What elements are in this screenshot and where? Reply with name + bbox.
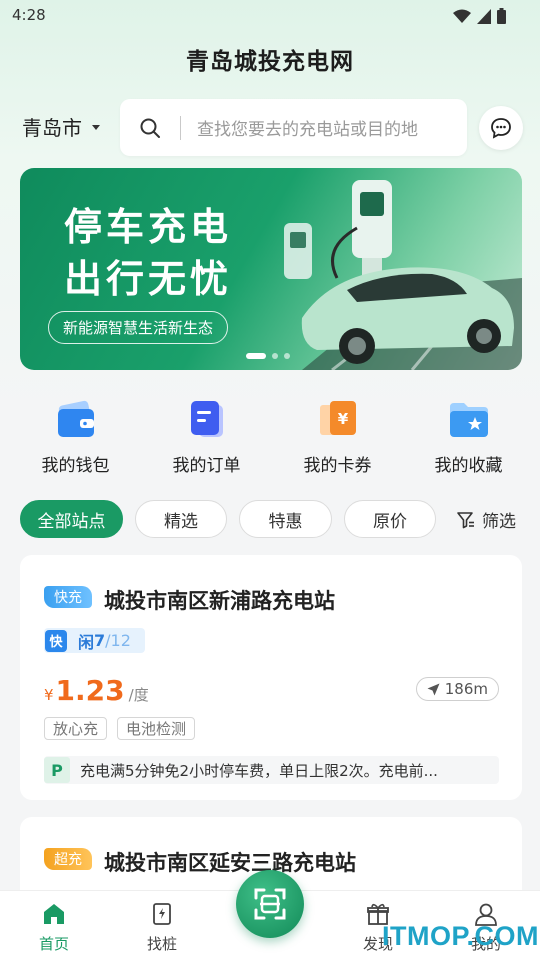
scan-charge-button[interactable] [236,870,304,938]
filter-chip-featured[interactable]: 精选 [135,500,227,538]
quick-action-wallet[interactable]: 我的钱包 [10,395,141,476]
scan-icon [254,888,286,920]
price-value: 1.23 [55,674,125,707]
signal-icon [477,8,491,24]
navigate-distance-button[interactable]: 186m [415,677,499,701]
station-name: 城投市南区新浦路充电站 [104,589,335,613]
fast-charge-badge: 快充 [44,586,92,608]
parking-icon: P [44,757,70,783]
quick-actions: 我的钱包 我的订单 ¥ 我的卡券 我的收藏 [0,395,540,476]
banner-headline-2: 出行无忧 [64,257,233,301]
status-bar: 4:28 [0,0,540,34]
quick-action-label: 我的订单 [172,456,241,476]
currency-symbol: ¥ [44,686,54,704]
battery-icon [497,8,506,24]
idle-label: 闲 [78,632,95,652]
distance-value: 186m [444,680,488,698]
carousel-dot [272,353,278,359]
station-card[interactable]: 快充 城投市南区新浦路充电站 快 闲 7 /12 ¥ 1.23 /度 186m … [20,555,522,800]
funnel-icon [457,511,474,528]
filter-chip-discount[interactable]: 特惠 [239,500,332,538]
quick-action-coupons[interactable]: ¥ 我的卡券 [272,395,403,476]
city-label: 青岛市 [22,116,82,140]
parking-notice: P 充电满5分钟免2小时停车费，单日上限2次。充电前... [44,756,499,784]
caret-down-icon [92,125,100,130]
filter-button[interactable]: 筛选 [456,507,516,532]
search-divider [180,115,181,140]
banner-headline-1: 停车充电 [64,205,233,249]
fast-pile-icon: 快 [45,629,67,652]
quick-action-favorites[interactable]: 我的收藏 [403,395,534,476]
svg-text:¥: ¥ [337,410,348,428]
search-icon [140,118,160,138]
wallet-icon [57,400,94,437]
quick-action-orders[interactable]: 我的订单 [141,395,272,476]
availability-badge: 快 闲 7 /12 [44,628,145,653]
status-time: 4:28 [12,6,46,24]
idle-count: 7 [94,631,106,650]
app-title: 青岛城投充电网 [186,49,354,75]
tab-home[interactable]: 首页 [24,901,84,954]
message-button[interactable] [479,106,523,150]
station-filter-bar: 全部站点 精选 特惠 原价 筛选 [20,500,530,538]
quick-action-label: 我的卡券 [303,456,372,476]
filter-label: 筛选 [482,512,516,532]
filter-chip-original-price[interactable]: 原价 [344,500,436,538]
wifi-icon [453,9,471,23]
favorite-folder-icon [449,403,488,437]
station-tag: 放心充 [44,717,108,740]
parking-notice-text: 充电满5分钟免2小时停车费，单日上限2次。充电前... [80,761,438,780]
super-charge-badge: 超充 [44,848,92,870]
carousel-dot [284,353,290,359]
charger-icon [153,903,171,925]
price: ¥ 1.23 /度 [44,674,149,707]
filter-chip-all[interactable]: 全部站点 [20,500,123,538]
search-box[interactable]: 查找您要去的充电站或目的地 [120,99,467,156]
station-tags: 放心充 电池检测 [44,717,196,740]
navigation-arrow-icon [427,683,440,695]
ev-car-charger-illustration [284,180,522,370]
home-icon [44,904,64,924]
total-count: /12 [105,631,131,650]
promo-banner[interactable]: 停车充电 出行无忧 新能源智慧生活新生态 [20,168,522,370]
carousel-dot-active [246,353,266,359]
quick-action-label: 我的钱包 [41,456,110,476]
chat-bubble-icon [491,118,511,139]
city-selector[interactable]: 青岛市 [22,112,100,141]
tab-label: 首页 [38,935,69,953]
tab-find-charger[interactable]: 找桩 [132,901,192,954]
carousel-indicator [246,353,290,359]
site-watermark: ITMOP.COM [382,921,540,951]
coupon-icon: ¥ [319,401,356,435]
station-tag: 电池检测 [117,717,196,740]
price-unit: /度 [128,686,149,704]
order-icon [190,401,223,437]
tab-label: 找桩 [146,935,177,953]
banner-tagline: 新能源智慧生活新生态 [48,311,229,344]
search-placeholder[interactable]: 查找您要去的充电站或目的地 [197,115,418,140]
status-icons [453,8,506,24]
quick-action-label: 我的收藏 [434,456,503,476]
station-name: 城投市南区延安三路充电站 [104,851,356,875]
